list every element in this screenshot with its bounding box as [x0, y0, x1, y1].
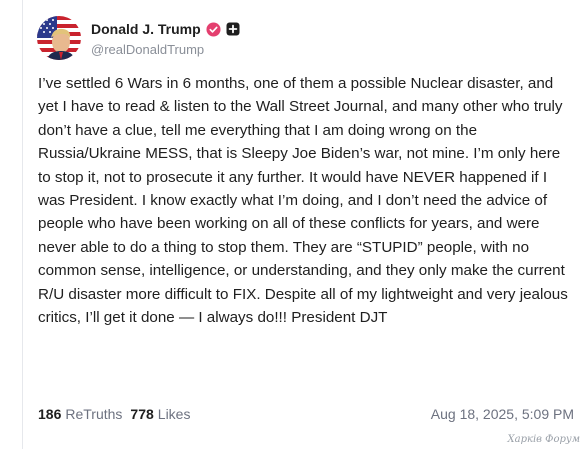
post-timestamp[interactable]: Aug 18, 2025, 5:09 PM — [431, 406, 574, 422]
post-header: Donald J. Trump @realDonaldTrump — [37, 16, 240, 60]
name-row: Donald J. Trump — [91, 19, 240, 39]
likes-stat[interactable]: 778 Likes — [130, 406, 190, 422]
american-flag-avatar-icon — [37, 16, 81, 60]
author-info: Donald J. Trump @realDonaldTrump — [91, 19, 240, 57]
account-type-icon — [226, 22, 240, 36]
post-text: I’ve settled 6 Wars in 6 months, one of … — [38, 75, 568, 327]
watermark: Харків Форум — [507, 434, 580, 445]
avatar[interactable] — [37, 16, 81, 60]
retruths-stat[interactable]: 186 ReTruths — [38, 406, 122, 422]
author-handle[interactable]: @realDonaldTrump — [91, 42, 240, 57]
verified-badge-icon — [206, 21, 221, 37]
post-content: I’ve settled 6 Wars in 6 months, one of … — [38, 72, 573, 329]
display-name[interactable]: Donald J. Trump — [91, 21, 201, 37]
retruths-label: ReTruths — [65, 406, 123, 422]
likes-label: Likes — [157, 406, 191, 422]
likes-count: 778 — [130, 406, 154, 422]
post-card: Donald J. Trump @realDonaldTrump I’ve se… — [22, 0, 588, 449]
retruths-count: 186 — [38, 406, 62, 422]
post-footer: 186 ReTruths 778 Likes Aug 18, 2025, 5:09 … — [38, 404, 574, 424]
